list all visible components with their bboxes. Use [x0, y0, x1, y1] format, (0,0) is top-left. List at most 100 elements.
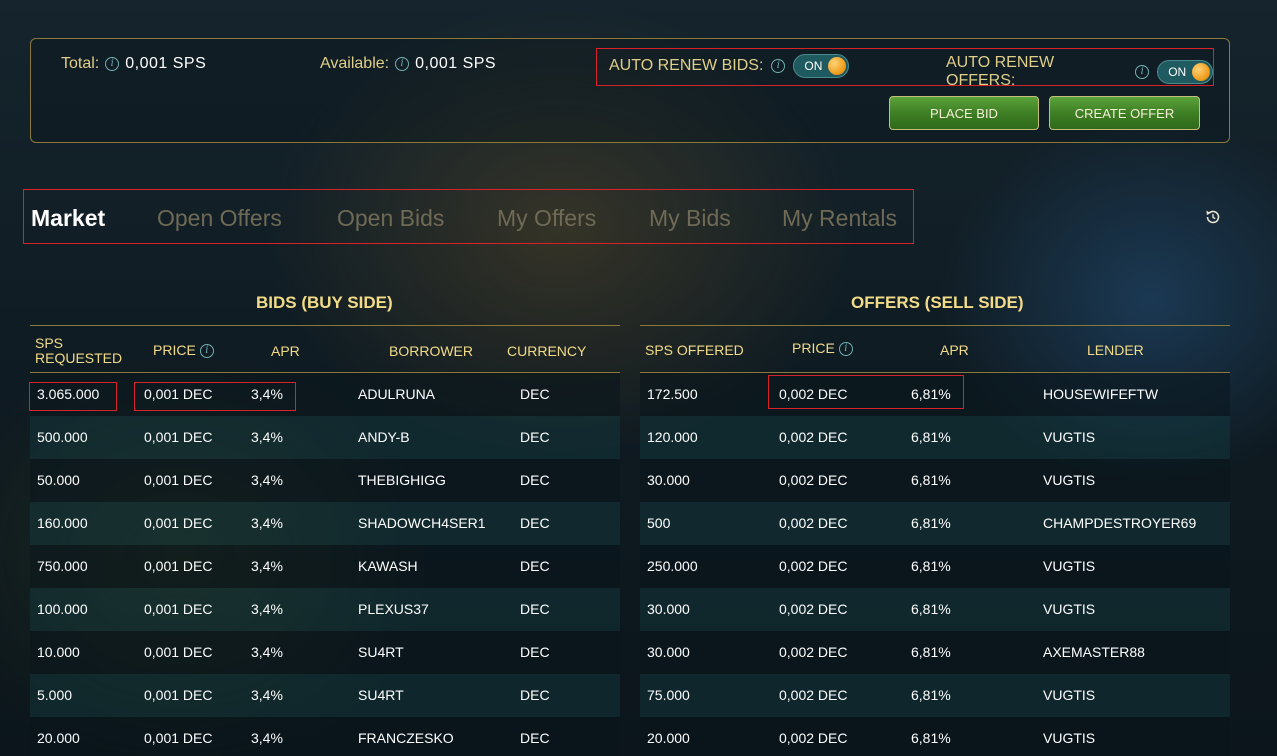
cell-sps-offered: 250.000: [647, 558, 698, 574]
cell-sps-requested: 750.000: [37, 558, 88, 574]
auto-renew-offers-toggle[interactable]: ON: [1157, 60, 1213, 84]
col-sps-requested-line2: REQUESTED: [35, 350, 123, 366]
table-row[interactable]: 30.000 0,002 DEC 6,81% VUGTIS: [640, 588, 1230, 631]
info-icon[interactable]: i: [199, 344, 214, 359]
tab-market[interactable]: Market: [31, 205, 105, 232]
cell-price: 0,001 DEC: [144, 472, 213, 488]
cell-price: 0,002 DEC: [779, 515, 848, 531]
cell-apr: 6,81%: [911, 515, 951, 531]
tab-my-rentals[interactable]: My Rentals: [782, 205, 897, 232]
create-offer-button[interactable]: CREATE OFFER: [1049, 96, 1200, 130]
table-row[interactable]: 500 0,002 DEC 6,81% CHAMPDESTROYER69: [640, 502, 1230, 545]
total-label: Total:: [61, 55, 100, 72]
cell-sps-offered: 172.500: [647, 386, 698, 402]
table-row[interactable]: 10.000 0,001 DEC 3,4% SU4RT DEC: [30, 631, 620, 674]
cell-currency: DEC: [520, 386, 550, 402]
info-icon[interactable]: i: [771, 59, 786, 73]
cell-sps-requested: 20.000: [37, 730, 80, 746]
bids-title: BIDS (BUY SIDE): [256, 293, 393, 312]
cell-sps-offered: 120.000: [647, 429, 698, 445]
cell-lender: CHAMPDESTROYER69: [1043, 515, 1197, 531]
cell-price: 0,002 DEC: [779, 472, 848, 488]
cell-sps-requested: 500.000: [37, 429, 88, 445]
col-price[interactable]: PRICE i: [792, 340, 853, 357]
cell-price: 0,002 DEC: [779, 601, 848, 617]
table-row[interactable]: 20.000 0,001 DEC 3,4% FRANCZESKO DEC: [30, 717, 620, 756]
cell-currency: DEC: [520, 644, 550, 660]
cell-borrower: SU4RT: [358, 644, 404, 660]
cell-currency: DEC: [520, 429, 550, 445]
table-row[interactable]: 250.000 0,002 DEC 6,81% VUGTIS: [640, 545, 1230, 588]
tab-my-offers[interactable]: My Offers: [497, 205, 596, 232]
col-apr[interactable]: APR: [940, 343, 969, 358]
bids-table: SPS REQUESTED PRICE i APR BORROWER CURREN…: [30, 325, 620, 756]
available-value: 0,001 SPS: [415, 55, 497, 72]
cell-apr: 6,81%: [911, 429, 951, 445]
cell-borrower: ADULRUNA: [358, 386, 436, 402]
table-row[interactable]: 75.000 0,002 DEC 6,81% VUGTIS: [640, 674, 1230, 717]
col-apr[interactable]: APR: [271, 344, 300, 359]
cell-lender: VUGTIS: [1043, 472, 1096, 488]
table-row[interactable]: 30.000 0,002 DEC 6,81% VUGTIS: [640, 459, 1230, 502]
cell-price: 0,002 DEC: [779, 429, 848, 445]
col-price[interactable]: PRICE i: [153, 342, 214, 359]
col-lender[interactable]: LENDER: [1087, 343, 1144, 358]
table-row[interactable]: 750.000 0,001 DEC 3,4% KAWASH DEC: [30, 545, 620, 588]
cell-lender: VUGTIS: [1043, 687, 1096, 703]
tab-open-offers[interactable]: Open Offers: [157, 205, 282, 232]
cell-apr: 3,4%: [251, 687, 283, 703]
cell-price: 0,001 DEC: [144, 644, 213, 660]
cell-apr: 3,4%: [251, 515, 283, 531]
info-icon[interactable]: i: [838, 342, 853, 357]
toggle-state: ON: [804, 59, 823, 73]
auto-renew-bids-toggle[interactable]: ON: [793, 54, 850, 78]
col-price-label: PRICE: [153, 342, 196, 358]
cell-currency: DEC: [520, 472, 550, 488]
place-bid-button[interactable]: PLACE BID: [889, 96, 1039, 130]
available-label: Available:: [320, 55, 390, 72]
cell-apr: 3,4%: [251, 644, 283, 660]
tab-my-bids[interactable]: My Bids: [649, 205, 731, 232]
table-row[interactable]: 500.000 0,001 DEC 3,4% ANDY-B DEC: [30, 416, 620, 459]
info-icon[interactable]: i: [105, 57, 120, 71]
cell-apr: 3,4%: [251, 601, 283, 617]
cell-price: 0,002 DEC: [779, 687, 848, 703]
table-row[interactable]: 160.000 0,001 DEC 3,4% SHADOWCH4SER1 DEC: [30, 502, 620, 545]
col-borrower[interactable]: BORROWER: [389, 344, 473, 359]
table-row[interactable]: 120.000 0,002 DEC 6,81% VUGTIS: [640, 416, 1230, 459]
table-row[interactable]: 30.000 0,002 DEC 6,81% AXEMASTER88: [640, 631, 1230, 674]
cell-lender: VUGTIS: [1043, 601, 1096, 617]
tab-open-bids[interactable]: Open Bids: [337, 205, 444, 232]
col-sps-requested[interactable]: SPS REQUESTED: [35, 336, 122, 366]
table-row[interactable]: 5.000 0,001 DEC 3,4% SU4RT DEC: [30, 674, 620, 717]
price-apr-highlight: [134, 382, 296, 411]
toggle-knob: [828, 57, 847, 75]
cell-apr: 3,4%: [251, 472, 283, 488]
cell-apr: 6,81%: [911, 644, 951, 660]
cell-sps-requested: 100.000: [37, 601, 88, 617]
table-row[interactable]: 3.065.000 0,001 DEC 3,4% ADULRUNA DEC: [30, 373, 620, 416]
cell-sps-requested: 160.000: [37, 515, 88, 531]
cell-borrower: PLEXUS37: [358, 601, 429, 617]
table-row[interactable]: 100.000 0,001 DEC 3,4% PLEXUS37 DEC: [30, 588, 620, 631]
cell-price: 0,002 DEC: [779, 644, 848, 660]
sps-highlight: [29, 382, 117, 411]
col-currency[interactable]: CURRENCY: [507, 344, 586, 359]
refresh-icon[interactable]: [1204, 208, 1222, 226]
cell-apr: 3,4%: [251, 730, 283, 746]
offers-title: OFFERS (SELL SIDE): [851, 293, 1024, 312]
table-row[interactable]: 50.000 0,001 DEC 3,4% THEBIGHIGG DEC: [30, 459, 620, 502]
cell-borrower: SHADOWCH4SER1: [358, 515, 486, 531]
cell-currency: DEC: [520, 515, 550, 531]
offers-header: SPS OFFERED PRICE i APR LENDER: [640, 325, 1230, 373]
col-sps-offered[interactable]: SPS OFFERED: [645, 343, 744, 358]
info-icon[interactable]: i: [395, 57, 410, 71]
toggle-state: ON: [1168, 65, 1187, 79]
cell-borrower: THEBIGHIGG: [358, 472, 446, 488]
cell-lender: VUGTIS: [1043, 558, 1096, 574]
col-price-label: PRICE: [792, 340, 835, 356]
table-row[interactable]: 20.000 0,002 DEC 6,81% VUGTIS: [640, 717, 1230, 756]
info-icon[interactable]: i: [1135, 65, 1150, 79]
cell-sps-offered: 500: [647, 515, 671, 531]
cell-sps-requested: 50.000: [37, 472, 80, 488]
